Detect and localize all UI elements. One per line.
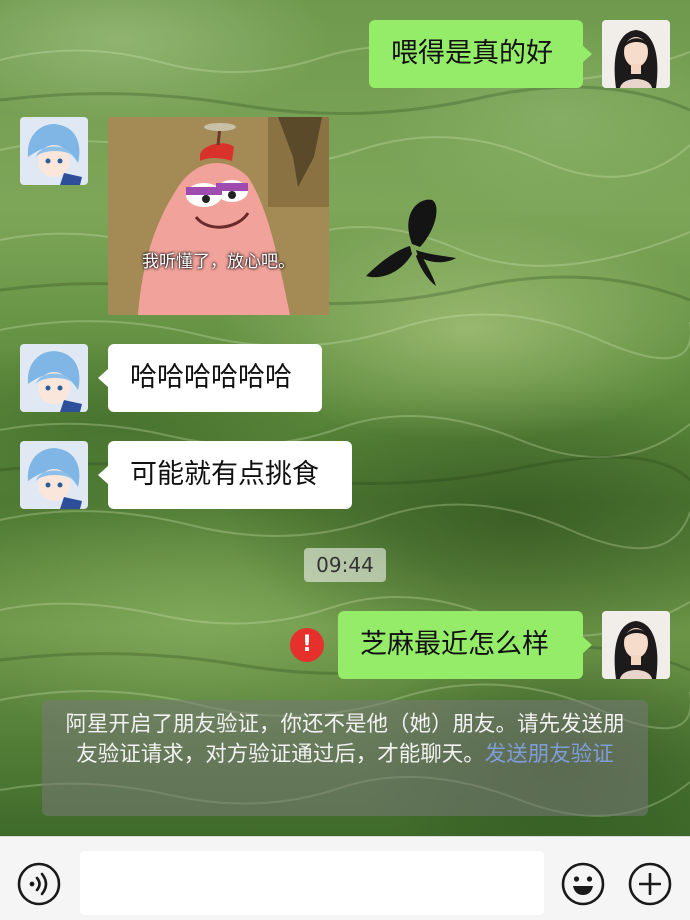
chat-input-bar xyxy=(0,836,690,920)
bubble-tail xyxy=(582,636,592,654)
send-friend-request-link[interactable]: 发送朋友验证 xyxy=(485,742,614,767)
woman-portrait-icon xyxy=(602,20,670,88)
bubble-tail xyxy=(98,466,108,484)
anime-character-avatar-icon xyxy=(20,344,88,412)
contact-avatar[interactable] xyxy=(20,117,88,185)
send-failed-icon[interactable]: ! xyxy=(290,628,324,662)
anime-character-avatar-icon xyxy=(20,441,88,509)
message-timestamp: 09:44 xyxy=(304,548,386,582)
anime-character-avatar-icon xyxy=(20,117,88,185)
sticker-message[interactable]: 我听懂了，放心吧。 xyxy=(108,117,329,315)
friend-verification-notice: 阿星开启了朋友验证，你还不是他（她）朋友。请先发送朋友验证请求，对方验证通过后，… xyxy=(42,700,648,816)
message-bubble-received[interactable]: 可能就有点挑食 xyxy=(108,441,352,509)
sticker-caption: 我听懂了，放心吧。 xyxy=(142,252,295,272)
voice-icon[interactable] xyxy=(16,861,62,907)
plus-icon[interactable] xyxy=(627,861,673,907)
emoji-icon[interactable] xyxy=(560,861,606,907)
bubble-tail xyxy=(582,45,592,63)
message-bubble-sent[interactable]: 喂得是真的好 xyxy=(369,20,583,88)
butterfly-silhouette xyxy=(366,199,456,286)
my-avatar[interactable] xyxy=(602,611,670,679)
my-avatar[interactable] xyxy=(602,20,670,88)
contact-avatar[interactable] xyxy=(20,441,88,509)
message-bubble-sent[interactable]: 芝麻最近怎么样 xyxy=(338,611,583,679)
starfish-cartoon-sticker-icon xyxy=(108,117,329,315)
message-input[interactable] xyxy=(80,851,544,915)
contact-avatar[interactable] xyxy=(20,344,88,412)
message-bubble-received[interactable]: 哈哈哈哈哈哈 xyxy=(108,344,322,412)
woman-portrait-icon xyxy=(602,611,670,679)
bubble-tail xyxy=(98,369,108,387)
